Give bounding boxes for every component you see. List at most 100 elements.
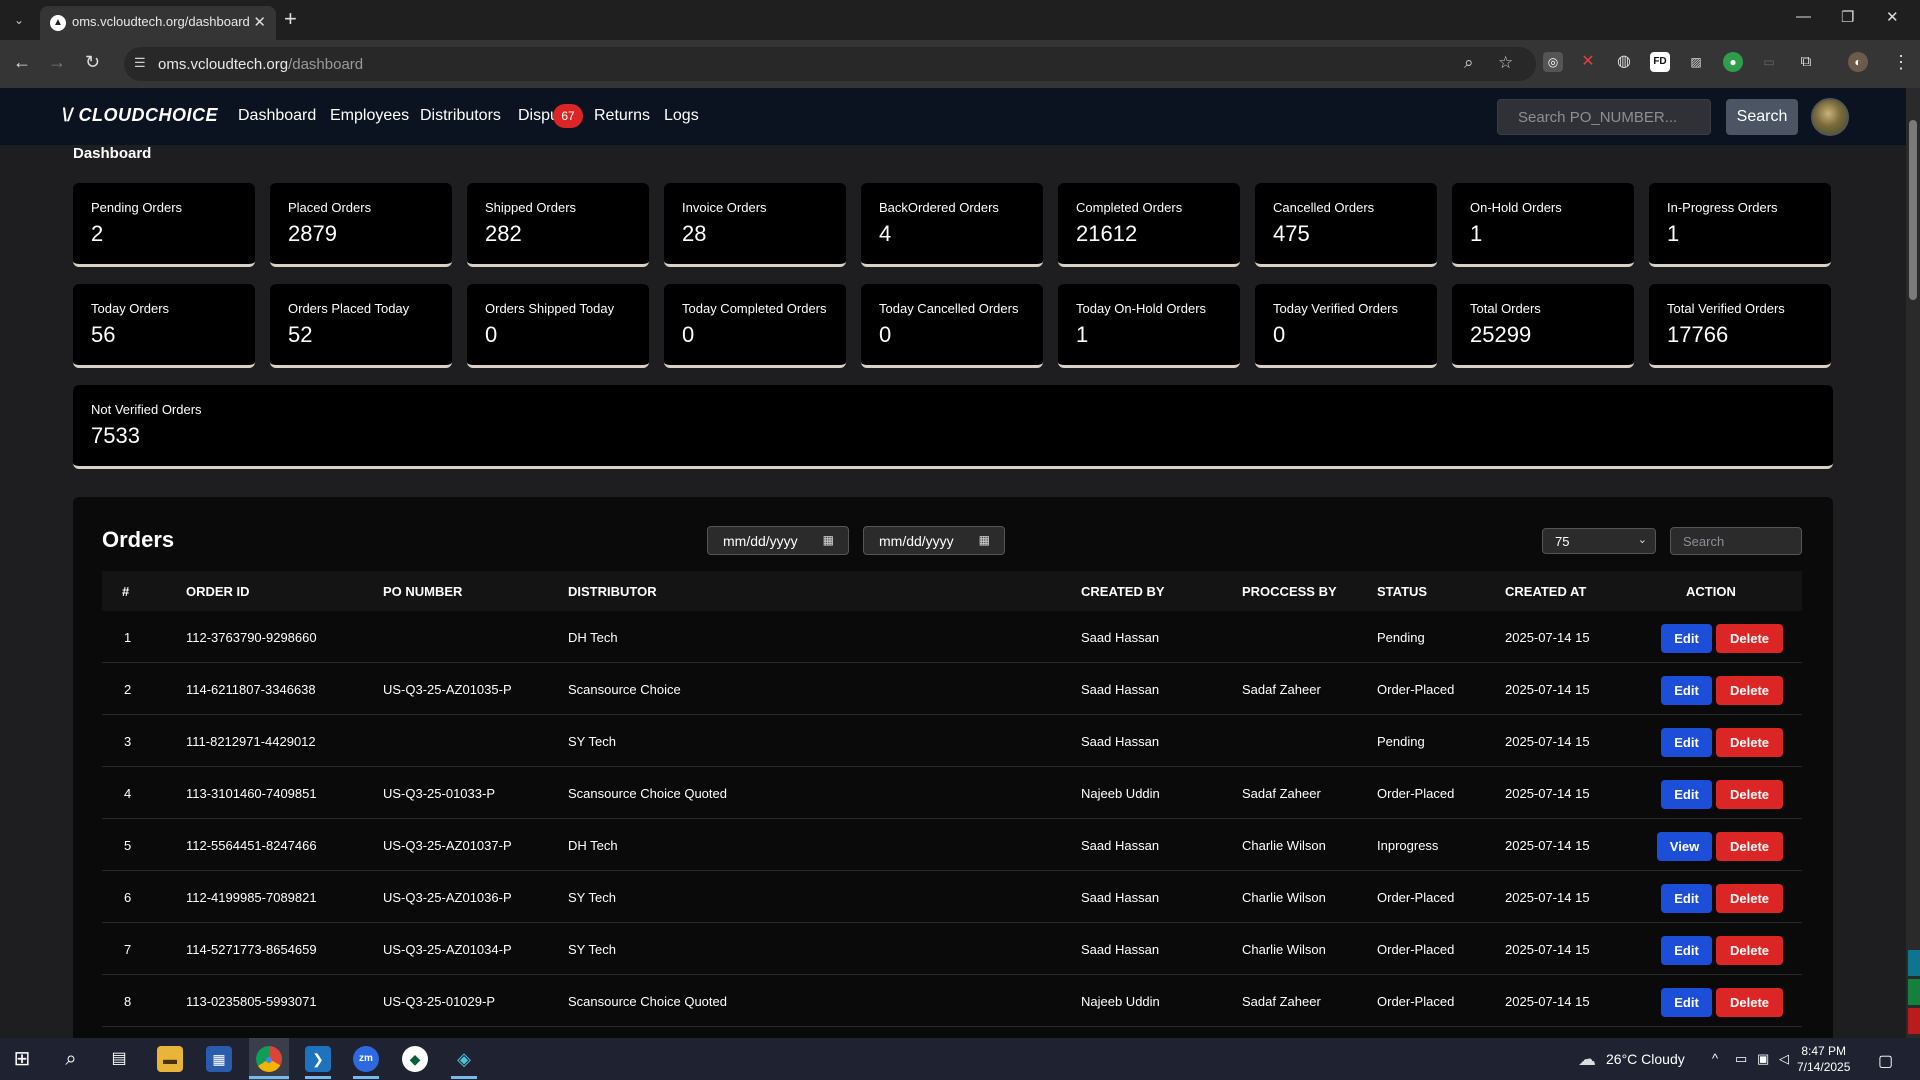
network-icon[interactable]: ▣ [1757, 1051, 1769, 1067]
nav-dashboard[interactable]: Dashboard [238, 107, 316, 125]
site-info-icon[interactable]: ☰ [134, 55, 146, 71]
user-avatar[interactable] [1811, 98, 1849, 136]
scrollbar-thumb[interactable] [1909, 120, 1917, 300]
side-widget-tab[interactable] [1908, 1008, 1920, 1034]
orders-title: Orders [102, 527, 175, 552]
profile-avatar-icon[interactable]: ◐ [1848, 52, 1868, 72]
tab-close-icon[interactable]: ✕ [253, 13, 266, 31]
status: Order-Placed [1377, 786, 1455, 801]
new-tab-plus-icon[interactable]: + [284, 8, 297, 30]
side-widget-tab[interactable] [1908, 950, 1920, 976]
date-to-input[interactable]: mm/dd/yyyy ▦ [863, 526, 1005, 555]
notification-icon[interactable]: ▢ [1878, 1051, 1893, 1071]
page-size-select[interactable]: 75 ⌄ [1542, 528, 1656, 554]
extension-gray-icon[interactable]: ▭ [1759, 52, 1779, 72]
column-header-distributor: DISTRIBUTOR [568, 584, 657, 599]
weather-text[interactable]: 26°C Cloudy [1606, 1051, 1685, 1067]
search-icon[interactable]: ⌕ [58, 1046, 84, 1072]
distributor: DH Tech [568, 630, 618, 645]
restore-icon[interactable]: ❐ [1841, 8, 1854, 26]
delete-button[interactable]: Delete [1716, 936, 1783, 965]
url-text[interactable]: oms.vcloudtech.org/dashboard [158, 56, 363, 73]
date-from-input[interactable]: mm/dd/yyyy ▦ [707, 526, 849, 555]
edit-button[interactable]: Edit [1661, 988, 1712, 1017]
stat-label: Today Cancelled Orders [879, 301, 1019, 316]
app-diamond-icon[interactable]: ◈ [451, 1046, 477, 1072]
side-widget-tab[interactable] [1908, 979, 1920, 1005]
browser-tab-bar: ⌄ ▲ oms.vcloudtech.org/dashboard ✕ + — ❐… [0, 0, 1920, 40]
delete-button[interactable]: Delete [1716, 728, 1783, 757]
nav-returns[interactable]: Returns [594, 107, 650, 125]
search-button[interactable]: Search [1726, 99, 1798, 135]
vscode-icon[interactable]: ❯ [305, 1046, 331, 1072]
app-leaf-icon[interactable]: ◆ [402, 1046, 428, 1072]
column-header-created-at: CREATED AT [1505, 584, 1587, 599]
back-arrow-icon[interactable]: ← [13, 52, 31, 73]
cloudchoice-logo[interactable]: \/ CLOUDCHOICE [62, 105, 218, 126]
row-number: 2 [124, 682, 132, 697]
system-clock[interactable]: 8:47 PM 7/14/2025 [1797, 1043, 1850, 1075]
view-button[interactable]: View [1657, 832, 1712, 861]
created-by: Saad Hassan [1081, 838, 1160, 853]
edit-button[interactable]: Edit [1661, 728, 1712, 757]
distributor: Scansource Choice Quoted [568, 994, 727, 1009]
volume-icon[interactable]: ◁ [1779, 1051, 1789, 1067]
calendar-icon[interactable]: ▦ [823, 533, 834, 547]
weather-cloud-icon[interactable]: ☁ [1574, 1046, 1600, 1072]
edit-button[interactable]: Edit [1661, 936, 1712, 965]
nav-distributors[interactable]: Distributors [420, 107, 501, 125]
process-by: Charlie Wilson [1242, 942, 1326, 957]
tab-search-chevron-icon[interactable]: ⌄ [8, 9, 30, 31]
tray-device-icon[interactable]: ▭ [1735, 1051, 1747, 1067]
zoom-icon[interactable]: ⌕ [1464, 53, 1474, 73]
delete-button[interactable]: Delete [1716, 832, 1783, 861]
delete-button[interactable]: Delete [1716, 780, 1783, 809]
chevron-down-icon: ⌄ [1637, 534, 1647, 546]
address-bar[interactable]: ☰ oms.vcloudtech.org/dashboard ⌕ ☆ [124, 47, 1536, 81]
stat-label: Total Orders [1470, 301, 1541, 316]
delete-button[interactable]: Delete [1716, 884, 1783, 913]
extension-image-icon[interactable]: ▨ [1686, 52, 1706, 72]
delete-button[interactable]: Delete [1716, 624, 1783, 653]
orders-search-input[interactable] [1670, 527, 1802, 555]
forward-arrow-icon[interactable]: → [48, 52, 66, 73]
extension-x-icon[interactable]: ✕ [1578, 52, 1598, 72]
chrome-icon[interactable]: ● [256, 1046, 282, 1072]
calendar-icon[interactable]: ▦ [979, 533, 990, 547]
window-close-icon[interactable]: ✕ [1886, 8, 1899, 26]
po-number-search-input[interactable] [1497, 99, 1711, 135]
extension-fd-icon[interactable]: FD [1650, 52, 1670, 72]
edit-button[interactable]: Edit [1661, 780, 1712, 809]
tray-chevron-icon[interactable]: ^ [1712, 1051, 1718, 1066]
zoom-app-icon[interactable]: zm [353, 1046, 379, 1072]
running-app-indicator [451, 1076, 477, 1079]
extension-green-icon[interactable]: ● [1723, 52, 1743, 72]
extension-glasses-icon[interactable]: ◎ [1543, 52, 1563, 72]
delete-button[interactable]: Delete [1716, 676, 1783, 705]
reload-icon[interactable]: ↻ [85, 52, 100, 73]
windows-start-icon[interactable]: ⊞ [9, 1046, 35, 1072]
edit-button[interactable]: Edit [1661, 676, 1712, 705]
extensions-puzzle-icon[interactable]: ⧉ [1796, 52, 1816, 72]
delete-button[interactable]: Delete [1716, 988, 1783, 1017]
file-explorer-icon[interactable]: ▬ [157, 1046, 183, 1072]
store-icon[interactable]: ▦ [206, 1046, 232, 1072]
edit-button[interactable]: Edit [1661, 884, 1712, 913]
minimize-icon[interactable]: — [1796, 8, 1811, 25]
table-row: 7 114-5271773-8654659 US-Q3-25-AZ01034-P… [102, 923, 1802, 975]
edit-button[interactable]: Edit [1661, 624, 1712, 653]
browser-menu-icon[interactable]: ⋮ [1892, 52, 1910, 73]
nav-employees[interactable]: Employees [330, 107, 409, 125]
stat-card-shipped-orders: Shipped Orders 282 [467, 183, 649, 267]
distributor: SY Tech [568, 890, 616, 905]
task-view-icon[interactable]: ▤ [106, 1046, 132, 1072]
page-scrollbar[interactable] [1906, 88, 1920, 1038]
created-by: Najeeb Uddin [1081, 994, 1160, 1009]
bookmark-star-icon[interactable]: ☆ [1498, 53, 1513, 73]
process-by: Sadaf Zaheer [1242, 682, 1321, 697]
extension-globe-icon[interactable]: ◍ [1614, 52, 1634, 72]
browser-tab-active[interactable]: ▲ oms.vcloudtech.org/dashboard ✕ [40, 6, 276, 40]
nav-logs[interactable]: Logs [664, 107, 699, 125]
stat-card-invoice-orders: Invoice Orders 28 [664, 183, 846, 267]
row-number: 6 [124, 890, 132, 905]
